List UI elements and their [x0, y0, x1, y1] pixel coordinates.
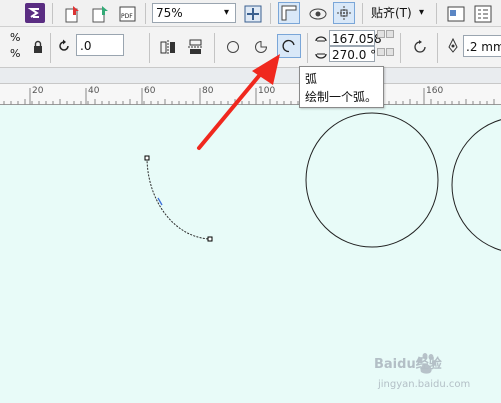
- zoom-value: 75%: [156, 6, 183, 20]
- separator: [50, 33, 51, 63]
- chevron-down-icon: ▾: [419, 7, 425, 18]
- svg-text:PDF: PDF: [121, 13, 133, 20]
- options-icon[interactable]: [472, 3, 492, 23]
- pdf-glyph: PDF: [119, 6, 136, 22]
- chevron-down-icon: ▾: [224, 7, 230, 18]
- rotation-value: .0: [80, 39, 92, 53]
- circle-shape[interactable]: [305, 112, 439, 248]
- end-angle-glyph: [315, 53, 327, 59]
- rotation-icon: [56, 38, 72, 54]
- separator: [307, 33, 308, 63]
- lock-icon: [34, 40, 42, 53]
- welcome-screen-icon[interactable]: [445, 3, 465, 23]
- arc-start-node[interactable]: [144, 155, 150, 161]
- rotation-angle-input[interactable]: .0: [76, 34, 124, 56]
- separator: [436, 3, 437, 24]
- guidelines-icon: [337, 6, 351, 20]
- logo-icon: [27, 8, 39, 18]
- fit-glyph: [244, 5, 262, 23]
- separator: [149, 33, 150, 63]
- show-guidelines-button[interactable]: [333, 2, 355, 24]
- snap-label: 贴齐(T): [371, 6, 412, 20]
- start-angle-spin-up[interactable]: [377, 30, 385, 38]
- mirror-horizontal-button[interactable]: [157, 36, 177, 56]
- lock-ratio-button[interactable]: [30, 38, 44, 53]
- end-angle-spin-down[interactable]: [386, 48, 394, 56]
- direction-icon: [414, 40, 426, 53]
- watermark-url: jingyan.baidu.com: [378, 379, 471, 390]
- arc-end-node[interactable]: [207, 236, 213, 242]
- ruler-tick-label: 60: [144, 86, 156, 96]
- export-icon[interactable]: [89, 3, 109, 23]
- mirror-h-icon: [160, 40, 175, 54]
- ruler-tick-label: 20: [32, 86, 44, 96]
- end-angle-input[interactable]: 270.0 °: [329, 46, 377, 62]
- arc-tooltip: 弧 绘制一个弧。: [299, 66, 384, 108]
- arc-shape[interactable]: [146, 157, 211, 240]
- outline-width-value: .2 mm: [466, 40, 501, 54]
- view-icon[interactable]: [307, 3, 327, 23]
- separator: [52, 3, 53, 24]
- tooltip-description: 绘制一个弧。: [305, 90, 378, 104]
- start-angle-input[interactable]: 167.058: [329, 30, 382, 46]
- separator: [270, 3, 271, 24]
- export-glyph: [92, 6, 108, 23]
- window-icon: [447, 6, 465, 22]
- red-arrow-annotation: [197, 54, 280, 150]
- zoom-level-dropdown[interactable]: 75% ▾: [152, 3, 236, 23]
- rotate-glyph: [59, 39, 69, 51]
- snap-to-dropdown[interactable]: 贴齐(T) ▾: [368, 2, 430, 24]
- pen-glyph: [448, 37, 458, 53]
- import-icon[interactable]: [62, 3, 82, 23]
- tooltip-title: 弧: [305, 72, 318, 86]
- circle-shape-partial[interactable]: [451, 117, 501, 253]
- scale-percent-top: %: [10, 31, 21, 44]
- import-glyph: [65, 6, 79, 23]
- checklist-icon: [474, 5, 492, 23]
- start-angle-glyph: [315, 36, 327, 42]
- publish-pdf-icon[interactable]: PDF: [117, 3, 137, 23]
- separator: [145, 3, 146, 24]
- separator: [362, 3, 363, 24]
- end-angle-icon: [314, 47, 328, 61]
- separator: [437, 33, 438, 63]
- watermark-text: Baidu经验: [374, 357, 442, 372]
- start-angle-value: 167.058: [332, 32, 382, 46]
- end-angle-spin-up[interactable]: [377, 48, 385, 56]
- start-angle-spin-down[interactable]: [386, 30, 394, 38]
- ruler-tick-label: 160: [426, 86, 444, 96]
- eye-icon: [309, 8, 327, 20]
- ruler-icon: [281, 5, 297, 21]
- start-angle-icon: [314, 31, 328, 45]
- ruler-tick-label: 40: [88, 86, 100, 96]
- zoom-to-page-icon[interactable]: [242, 3, 262, 23]
- outline-pen-icon: [445, 37, 461, 54]
- baidu-watermark: Baidu经验 jingyan.baidu.com: [374, 352, 498, 396]
- separator: [400, 33, 401, 63]
- outline-width-input[interactable]: .2 mm: [463, 35, 501, 57]
- scale-percent-bottom: %: [10, 47, 21, 60]
- show-rulers-button[interactable]: [278, 2, 300, 24]
- change-direction-button[interactable]: [409, 36, 429, 56]
- corel-connect-icon[interactable]: [25, 3, 45, 23]
- end-angle-value: 270.0 °: [332, 48, 377, 62]
